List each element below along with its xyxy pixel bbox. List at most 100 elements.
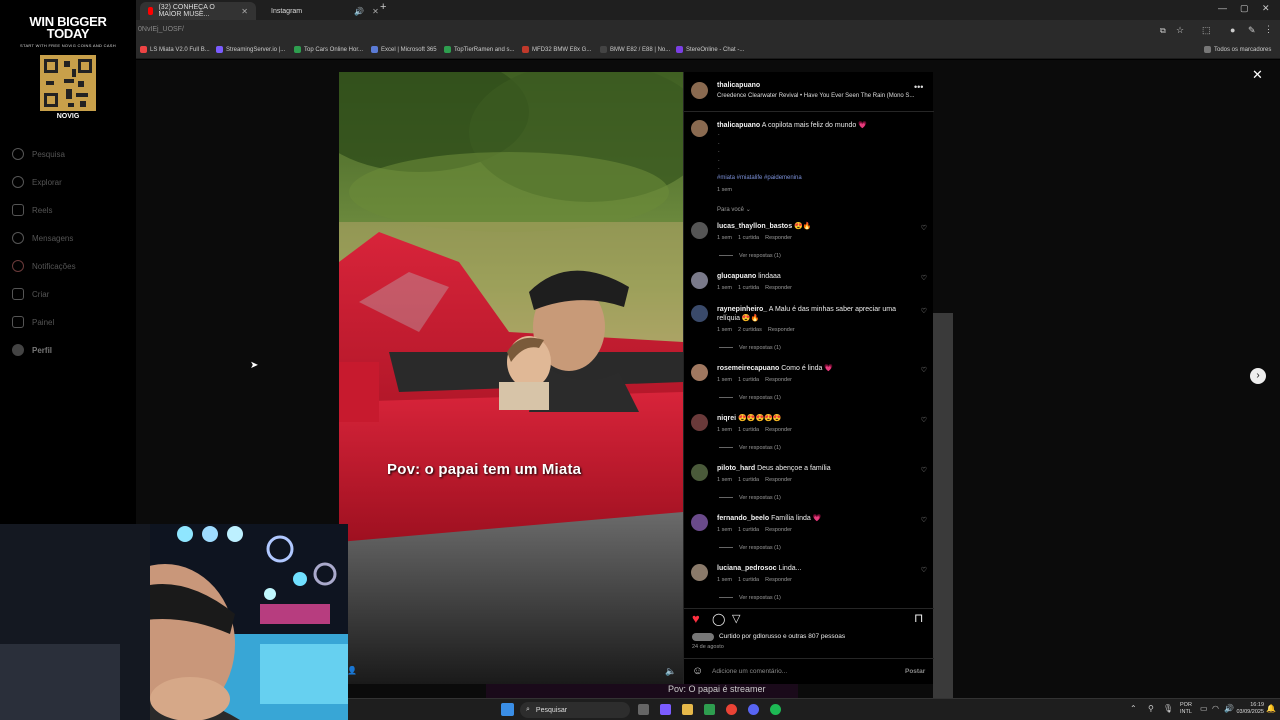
bookmark-item[interactable]: StreamingServer.io |... [216, 46, 285, 53]
sidebar-item-explore[interactable]: Explorar [0, 168, 136, 196]
microphone-icon[interactable]: 🎙 [1163, 704, 1173, 713]
bookmark-item[interactable]: LS Miata V2.0 Full B... [140, 46, 210, 53]
avatar[interactable] [691, 464, 708, 481]
qr-code-icon [40, 55, 96, 111]
close-tab-icon[interactable]: ✕ [241, 7, 248, 16]
bookmark-star-icon[interactable]: ☆ [1176, 25, 1184, 36]
sidebar-item-messages[interactable]: Mensagens [0, 224, 136, 252]
tab-label: (32) CONHEÇA O MAIOR MUSE... [158, 4, 215, 18]
avatar[interactable] [691, 514, 708, 531]
bookmark-item[interactable]: MFD32 BMW E8x G... [522, 46, 591, 53]
post-audio[interactable]: Creedence Clearwater Revival • Have You … [717, 93, 914, 99]
save-bookmark-icon[interactable]: ⊓ [914, 611, 923, 625]
comment-like-heart-icon[interactable]: ♡ [921, 516, 927, 524]
excel-icon[interactable] [704, 704, 715, 715]
avatar[interactable] [691, 222, 708, 239]
post-author[interactable]: thalicapuano [717, 82, 760, 89]
clock[interactable]: 16:19 03/09/2025 [1228, 702, 1264, 716]
view-replies[interactable]: Ver respostas (1) [719, 595, 781, 601]
comment-like-heart-icon[interactable]: ♡ [921, 307, 927, 315]
promo-subtitle: START WITH FREE NOVIG COINS AND CASH [20, 43, 116, 48]
sidebar-item-search[interactable]: Pesquisa [0, 140, 136, 168]
install-app-icon[interactable]: ⧉ [1160, 26, 1166, 36]
new-tab-icon[interactable]: + [380, 1, 386, 13]
bookmark-favicon-icon [444, 46, 451, 53]
avatar[interactable] [691, 272, 708, 289]
view-replies[interactable]: Ver respostas (1) [719, 345, 781, 351]
bookmark-item[interactable]: TopTierRamen and s... [444, 46, 514, 53]
windows-start-icon[interactable] [501, 703, 514, 716]
tab-instagram[interactable]: Instagram 🔊 ✕ [258, 2, 379, 20]
window-close-icon[interactable]: ✕ [1262, 3, 1270, 14]
comment-like-heart-icon[interactable]: ♡ [921, 366, 927, 374]
post-actions: ♥ ◯ ▽ ⊓ Curtido por gdlorusso e outras 8… [684, 608, 934, 658]
avatar[interactable] [691, 564, 708, 581]
monitor-icon[interactable]: ▭ [1200, 704, 1208, 713]
extensions-icon[interactable]: ⬚ [1202, 25, 1211, 36]
close-modal-icon[interactable]: ✕ [1252, 67, 1263, 83]
spotify-icon[interactable] [770, 704, 781, 715]
audio-toggle-icon[interactable]: 🔈 [665, 666, 676, 677]
tagged-user-icon[interactable]: 👤 [347, 666, 357, 675]
avatar[interactable] [691, 414, 708, 431]
emoji-icon[interactable]: ☺ [692, 665, 703, 677]
tray-chevron-icon[interactable]: ⌃ [1130, 704, 1137, 713]
taskbar-search[interactable]: ⌕ Pesquisar [520, 702, 630, 718]
comment-like-heart-icon[interactable]: ♡ [921, 416, 927, 424]
comment-like-heart-icon[interactable]: ♡ [921, 466, 927, 474]
bookmark-item[interactable]: StereOnline - Chat -... [676, 46, 744, 53]
maximize-icon[interactable]: ▢ [1240, 3, 1249, 14]
sidebar-item-dashboard[interactable]: Painel [0, 308, 136, 336]
avatar[interactable] [691, 120, 708, 137]
task-view-icon[interactable] [638, 704, 649, 715]
notification-bell-icon[interactable]: 🔔 [1266, 704, 1276, 713]
next-post-preview[interactable] [933, 313, 953, 698]
liked-by-text[interactable]: Curtido por gdlorusso e outras 807 pesso… [719, 633, 845, 640]
more-options-icon[interactable]: ••• [914, 82, 923, 92]
view-replies[interactable]: Ver respostas (1) [719, 253, 781, 259]
address-bar[interactable]: 0NvIEj_UOSF/ ⧉ ☆ ⬚ ● ✎ ⋮ [136, 20, 1280, 42]
next-post-chevron-icon[interactable]: › [1250, 368, 1266, 384]
profile-icon[interactable]: ● [1230, 25, 1235, 35]
network-icon[interactable]: ⚲ [1148, 704, 1154, 713]
comment-like-heart-icon[interactable]: ♡ [921, 224, 927, 232]
wifi-icon[interactable]: ◠ [1212, 704, 1219, 713]
share-icon[interactable]: ▽ [732, 612, 740, 625]
bookmark-item[interactable]: Top Cars Online Hor... [294, 46, 363, 53]
sidebar-item-notifications[interactable]: Notificações [0, 252, 136, 280]
close-tab-icon[interactable]: ✕ [372, 7, 379, 16]
comment-like-heart-icon[interactable]: ♡ [921, 274, 927, 282]
sort-for-you[interactable]: Para você ⌄ [717, 206, 751, 213]
post-hashtags[interactable]: #miata #miatalife #paidemenina [717, 175, 802, 181]
sidebar-item-profile[interactable]: Perfil [0, 336, 136, 364]
all-bookmarks[interactable]: Todos os marcadores [1204, 46, 1271, 53]
bookmark-item[interactable]: BMW E82 / E88 | No... [600, 46, 670, 53]
minimize-icon[interactable]: — [1218, 3, 1227, 13]
sidebar-item-reels[interactable]: Reels [0, 196, 136, 224]
discord-icon[interactable] [748, 704, 759, 715]
pen-icon[interactable]: ✎ [1248, 25, 1256, 36]
speaker-icon[interactable]: 🔊 [354, 7, 364, 16]
file-explorer-icon[interactable] [682, 704, 693, 715]
like-heart-icon[interactable]: ♥ [692, 611, 700, 626]
avatar[interactable] [691, 305, 708, 322]
copilot-icon[interactable] [660, 704, 671, 715]
avatar[interactable] [691, 364, 708, 381]
sidebar-item-create[interactable]: Criar [0, 280, 136, 308]
post-comment-button[interactable]: Postar [905, 668, 925, 675]
view-replies[interactable]: Ver respostas (1) [719, 495, 781, 501]
chrome-icon[interactable] [726, 704, 737, 715]
comment-like-heart-icon[interactable]: ♡ [921, 566, 927, 574]
instagram-sidebar: Pesquisa Explorar Reels Mensagens Notifi… [0, 140, 136, 364]
menu-icon[interactable]: ⋮ [1264, 24, 1273, 35]
view-replies[interactable]: Ver respostas (1) [719, 395, 781, 401]
input-language[interactable]: POR INTL [1180, 702, 1192, 716]
view-replies[interactable]: Ver respostas (1) [719, 445, 781, 451]
reel-video[interactable]: Pov: o papai tem um Miata 👤 🔈 [339, 72, 683, 684]
comment-icon[interactable]: ◯ [712, 612, 725, 626]
tab-youtube[interactable]: (32) CONHEÇA O MAIOR MUSE... ✕ [140, 2, 256, 20]
avatar[interactable] [691, 82, 708, 99]
bookmark-item[interactable]: Excel | Microsoft 365 [371, 46, 437, 53]
comment-input[interactable]: Adicione um comentário... [712, 668, 787, 675]
view-replies[interactable]: Ver respostas (1) [719, 545, 781, 551]
